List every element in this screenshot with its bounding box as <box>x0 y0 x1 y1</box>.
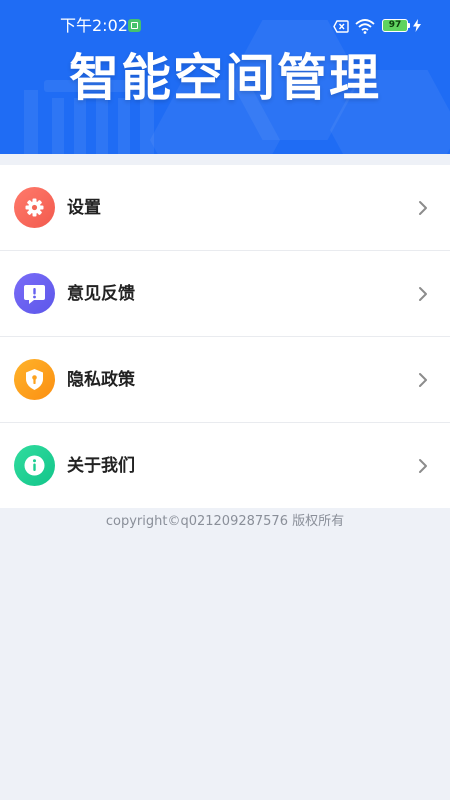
notification-icon <box>128 19 141 32</box>
menu-item-label: 设置 <box>67 198 101 218</box>
chevron-right-icon <box>419 373 427 387</box>
charging-icon <box>413 19 421 32</box>
menu-item-privacy[interactable]: 隐私政策 <box>0 337 450 423</box>
wifi-icon <box>355 19 375 34</box>
status-time: 下午2:02 <box>60 16 128 35</box>
menu-item-label: 意见反馈 <box>67 284 135 304</box>
menu-item-label: 关于我们 <box>67 456 135 476</box>
gear-icon <box>14 187 55 228</box>
chevron-right-icon <box>419 201 427 215</box>
header-banner: 下午2:02 97 智能空间管理 <box>0 0 450 154</box>
shield-icon <box>14 359 55 400</box>
battery-tip <box>408 23 410 28</box>
menu-list: 设置 意见反馈 隐私政策 关于我们 <box>0 165 450 508</box>
feedback-icon <box>14 273 55 314</box>
menu-item-about[interactable]: 关于我们 <box>0 423 450 508</box>
sim-off-icon <box>333 20 349 33</box>
menu-item-label: 隐私政策 <box>67 370 135 390</box>
battery-icon: 97 <box>382 19 408 32</box>
chevron-right-icon <box>419 459 427 473</box>
status-bar: 下午2:02 97 <box>0 0 450 40</box>
copyright-text: copyright©q021209287576 版权所有 <box>105 514 345 529</box>
menu-item-settings[interactable]: 设置 <box>0 165 450 251</box>
info-icon <box>14 445 55 486</box>
menu-item-feedback[interactable]: 意见反馈 <box>0 251 450 337</box>
page-title: 智能空间管理 <box>69 49 381 107</box>
chevron-right-icon <box>419 287 427 301</box>
